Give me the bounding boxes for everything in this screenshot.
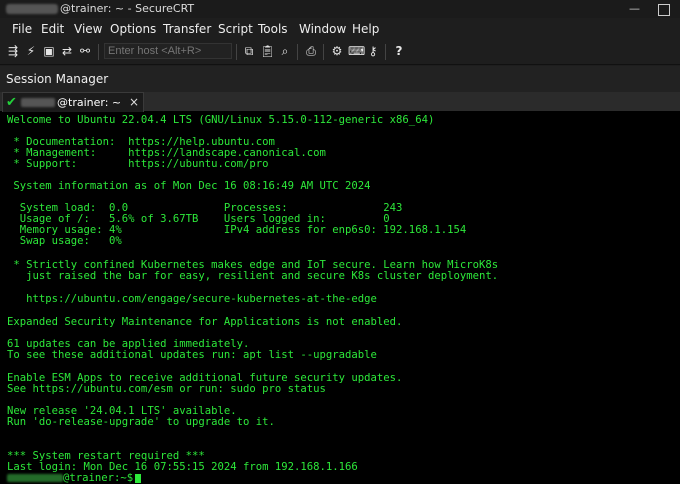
key-icon[interactable]: ⚷ xyxy=(366,44,380,58)
terminal-line: Swap usage: 0% xyxy=(7,235,122,247)
prompt-text: @trainer:~$ xyxy=(63,472,134,484)
menu-bar: File Edit View Options Transfer Script T… xyxy=(0,18,680,40)
session-manager-label: Session Manager xyxy=(6,72,109,86)
terminal-output[interactable]: Welcome to Ubuntu 22.04.4 LTS (GNU/Linux… xyxy=(0,112,680,484)
session-tab-label: @trainer: ~ xyxy=(57,96,122,109)
menu-view[interactable]: View xyxy=(74,18,102,40)
toolbar-separator xyxy=(297,44,298,60)
menu-help[interactable]: Help xyxy=(352,18,379,40)
terminal-line: Run 'do-release-upgrade' to upgrade to i… xyxy=(7,416,275,428)
keymap-icon[interactable]: ⌨ xyxy=(348,44,365,58)
quick-connect-icon[interactable]: ⚡ xyxy=(24,44,38,58)
close-tab-icon[interactable]: × xyxy=(129,93,139,112)
find-icon[interactable]: ⌕ xyxy=(278,44,292,58)
terminal-line: System information as of Mon Dec 16 08:1… xyxy=(7,180,371,192)
session-manager-bar[interactable]: Session Manager xyxy=(0,66,680,92)
menu-window[interactable]: Window xyxy=(299,18,346,40)
host-input[interactable] xyxy=(104,43,232,59)
terminal-line: Last login: Mon Dec 16 07:55:15 2024 fro… xyxy=(7,461,358,473)
menu-script[interactable]: Script xyxy=(218,18,253,40)
terminal-line: See https://ubuntu.com/esm or run: sudo … xyxy=(7,383,326,395)
connected-check-icon: ✔ xyxy=(6,95,17,110)
session-tab[interactable]: ✔ @trainer: ~ × xyxy=(2,92,144,112)
terminal-line: * Support: https://ubuntu.com/pro xyxy=(7,158,269,170)
redacted-username xyxy=(21,98,55,107)
terminal-line: Welcome to Ubuntu 22.04.4 LTS (GNU/Linux… xyxy=(7,114,435,126)
maximize-button[interactable] xyxy=(658,4,670,16)
reconnect-icon[interactable]: ⇄ xyxy=(60,44,74,58)
menu-options[interactable]: Options xyxy=(110,18,156,40)
settings-icon[interactable]: ⚙ xyxy=(330,44,344,58)
toolbar-separator xyxy=(98,44,99,60)
minimize-button[interactable]: — xyxy=(629,0,640,18)
menu-transfer[interactable]: Transfer xyxy=(163,18,211,40)
disconnect-icon[interactable]: ⚯ xyxy=(78,44,92,58)
window-title-text: @trainer: ~ - SecureCRT xyxy=(60,2,195,15)
window-title: @trainer: ~ - SecureCRT xyxy=(6,0,194,18)
tab-strip: ✔ @trainer: ~ × xyxy=(0,92,680,112)
redacted-username xyxy=(7,474,63,482)
terminal-prompt: @trainer:~$ xyxy=(7,472,142,484)
tab-icon[interactable]: ▣ xyxy=(42,44,56,58)
print-icon[interactable]: ⎙ xyxy=(304,44,318,58)
terminal-line: To see these additional updates run: apt… xyxy=(7,349,377,361)
toolbar: ⇶ ⚡ ▣ ⇄ ⚯ ⧉ 📋︎ ⌕ ⎙ ⚙ ⌨ ⚷ ? xyxy=(0,40,680,65)
toolbar-separator xyxy=(236,44,237,60)
terminal-cursor xyxy=(135,473,142,483)
title-bar: @trainer: ~ - SecureCRT — xyxy=(0,0,680,18)
menu-file[interactable]: File xyxy=(12,18,32,40)
terminal-line: Expanded Security Maintenance for Applic… xyxy=(7,316,403,328)
terminal-line: https://ubuntu.com/engage/secure-kuberne… xyxy=(7,293,377,305)
toolbar-separator xyxy=(323,44,324,60)
menu-edit[interactable]: Edit xyxy=(41,18,64,40)
menu-tools[interactable]: Tools xyxy=(258,18,288,40)
connect-icon[interactable]: ⇶ xyxy=(6,44,20,58)
paste-icon[interactable]: 📋︎ xyxy=(260,44,275,58)
toolbar-separator xyxy=(385,44,386,60)
terminal-line: just raised the bar for easy, resilient … xyxy=(7,270,499,282)
securecrt-window: @trainer: ~ - SecureCRT — File Edit View… xyxy=(0,0,680,484)
help-icon[interactable]: ? xyxy=(392,44,406,58)
copy-icon[interactable]: ⧉ xyxy=(242,44,256,58)
redacted-username xyxy=(6,4,58,14)
